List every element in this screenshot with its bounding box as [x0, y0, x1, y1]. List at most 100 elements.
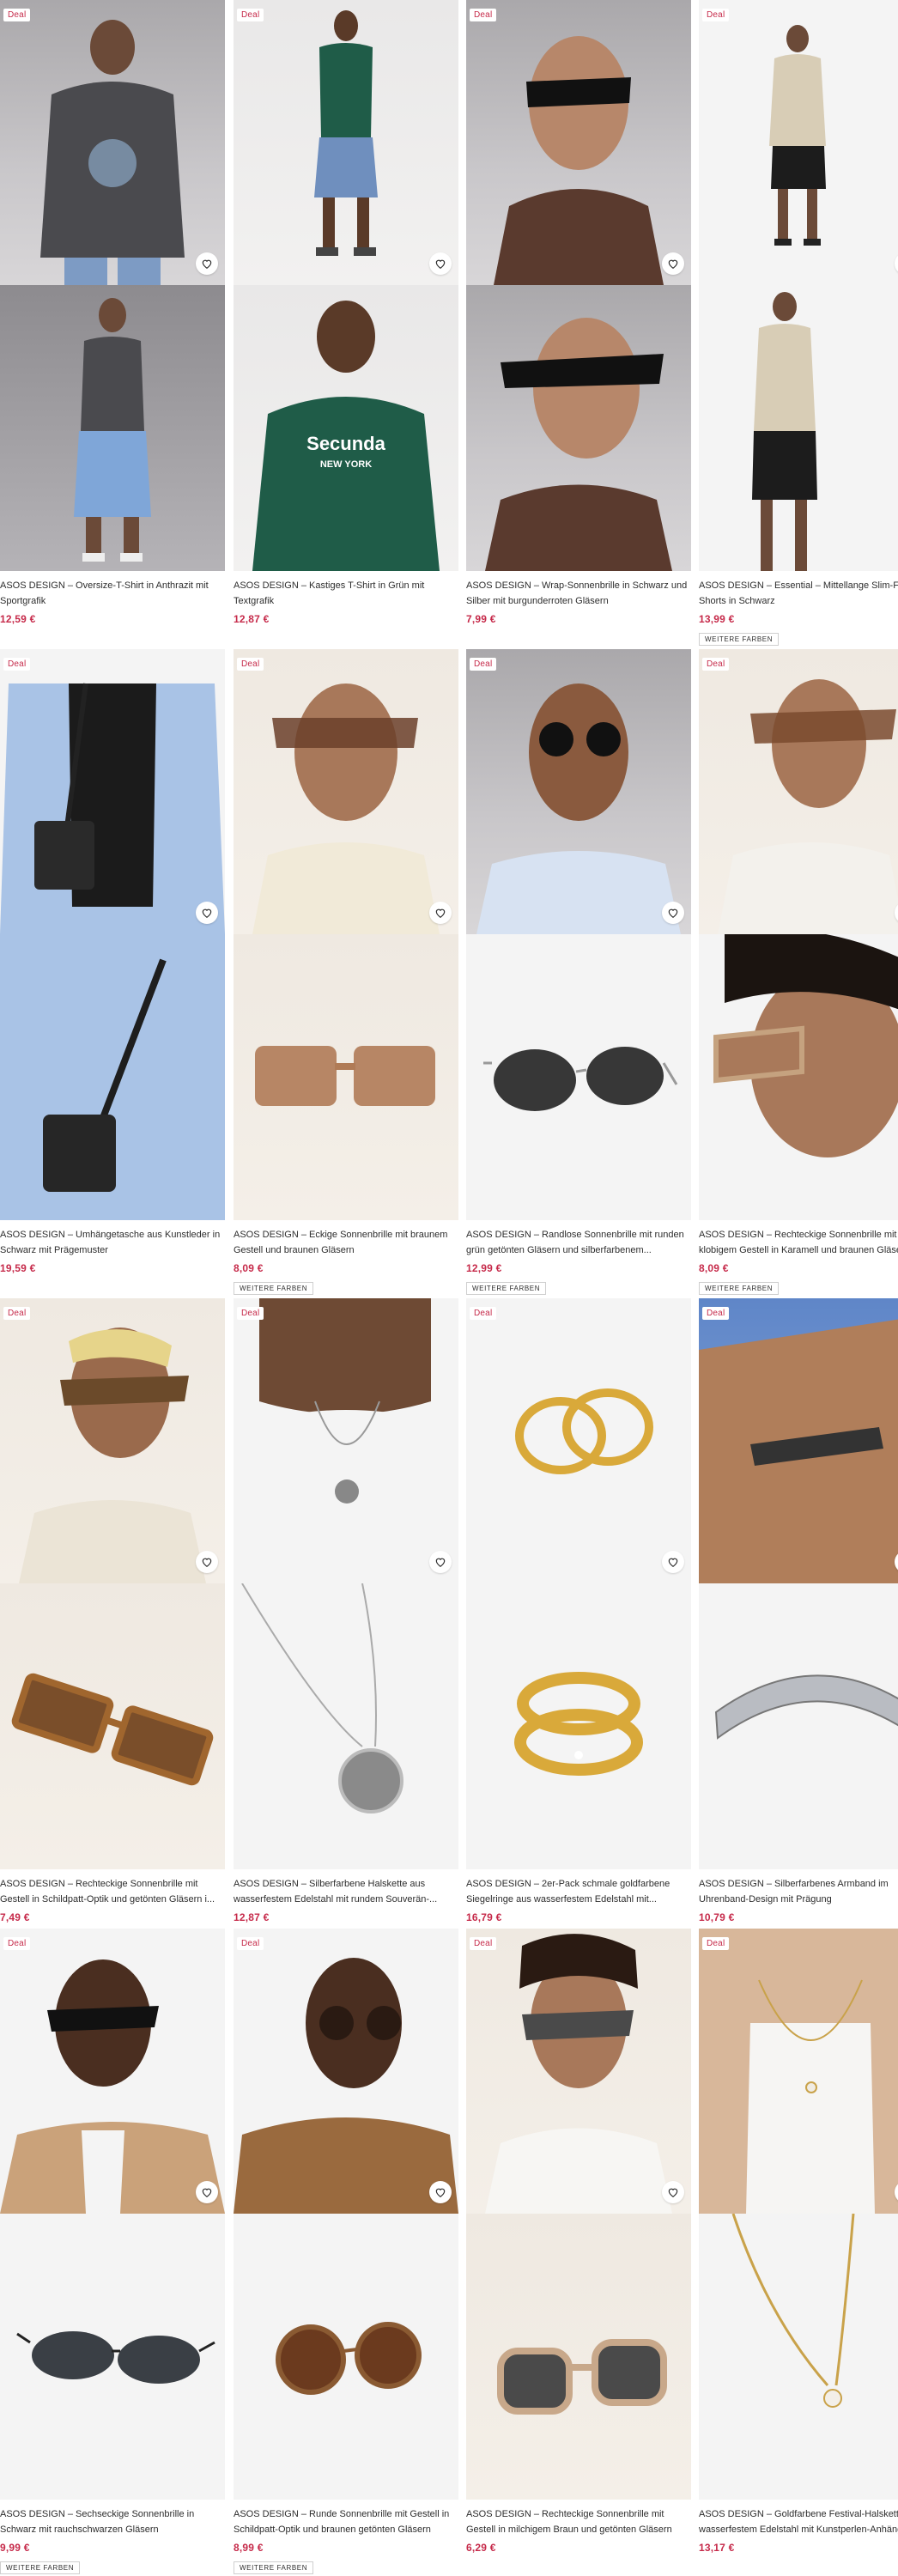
- heart-icon: [435, 908, 446, 918]
- save-for-later-button[interactable]: [196, 902, 218, 924]
- product-image-alt[interactable]: [234, 1583, 458, 1869]
- product-image-alt[interactable]: [466, 1583, 691, 1869]
- product-title[interactable]: ASOS DESIGN – Oversize-T-Shirt in Anthra…: [0, 578, 225, 609]
- product-title[interactable]: ASOS DESIGN – Eckige Sonnenbrille mit br…: [234, 1227, 458, 1258]
- product-image-alt[interactable]: [234, 934, 458, 1220]
- product-price: 12,59 €: [0, 613, 36, 625]
- product-image-alt[interactable]: Secunda NEW YORK: [234, 285, 458, 571]
- heart-icon: [668, 259, 678, 269]
- product-card[interactable]: Deal ASOS DESIGN – Wrap-Sonnenbrille in …: [466, 0, 691, 648]
- product-card[interactable]: Deal ASOS DESIGN – 2er-Pack schmale gold…: [466, 1298, 691, 1947]
- more-colours-button[interactable]: WEITERE FARBEN: [699, 1282, 780, 1295]
- product-title[interactable]: ASOS DESIGN – 2er-Pack schmale goldfarbe…: [466, 1876, 691, 1907]
- deal-badge: Deal: [237, 1307, 264, 1320]
- product-price: 7,49 €: [0, 1911, 30, 1923]
- product-image-model[interactable]: Deal: [0, 649, 225, 934]
- deal-badge: Deal: [470, 1307, 497, 1320]
- product-title[interactable]: ASOS DESIGN – Randlose Sonnenbrille mit …: [466, 1227, 691, 1258]
- product-card[interactable]: Deal Secunda NEW YORK ASOS DESIGN – Kast…: [234, 0, 458, 648]
- product-price: 12,87 €: [234, 613, 270, 625]
- product-card[interactable]: Deal ASOS DESIGN – Rechteckige Sonnenbri…: [466, 1929, 691, 2576]
- product-image-model[interactable]: Deal: [234, 1929, 458, 2214]
- deal-badge: Deal: [470, 9, 497, 21]
- product-image-model[interactable]: Deal: [234, 649, 458, 934]
- product-price: 8,09 €: [699, 1262, 729, 1274]
- product-card[interactable]: Deal ASOS DESIGN – Runde Sonnenbrille mi…: [234, 1929, 458, 2576]
- product-image-model[interactable]: Deal: [466, 649, 691, 934]
- deal-badge: Deal: [702, 1307, 730, 1320]
- product-card[interactable]: Deal ASOS DESIGN – Oversize-T-Shirt in A…: [0, 0, 225, 648]
- more-colours-button[interactable]: WEITERE FARBEN: [234, 2561, 314, 2574]
- product-image-model[interactable]: Deal: [699, 1298, 898, 1583]
- heart-icon: [668, 1558, 678, 1567]
- more-colours-button[interactable]: WEITERE FARBEN: [466, 1282, 547, 1295]
- product-image-alt[interactable]: [699, 2214, 898, 2500]
- product-title[interactable]: ASOS DESIGN – Goldfarbene Festival-Halsk…: [699, 2506, 898, 2537]
- product-title[interactable]: ASOS DESIGN – Essential – Mittellange Sl…: [699, 578, 898, 609]
- product-image-alt[interactable]: [0, 285, 225, 571]
- product-image-model[interactable]: Deal: [699, 1929, 898, 2214]
- save-for-later-button[interactable]: [196, 252, 218, 275]
- product-image-model[interactable]: Deal: [699, 649, 898, 934]
- product-image-model[interactable]: Deal: [234, 0, 458, 285]
- product-card[interactable]: Deal ASOS DESIGN – Silberfarbene Halsket…: [234, 1298, 458, 1947]
- product-image-model[interactable]: Deal: [466, 1929, 691, 2214]
- product-image-model[interactable]: Deal: [466, 1298, 691, 1583]
- product-image-model[interactable]: Deal: [466, 0, 691, 285]
- product-card[interactable]: Deal ASOS DESIGN – Eckige Sonnenbrille m…: [234, 649, 458, 1297]
- product-title[interactable]: ASOS DESIGN – Rechteckige Sonnenbrille m…: [699, 1227, 898, 1258]
- save-for-later-button[interactable]: [662, 252, 684, 275]
- product-title[interactable]: ASOS DESIGN – Wrap-Sonnenbrille in Schwa…: [466, 578, 691, 609]
- shirt-graphic-subtext: NEW YORK: [320, 459, 372, 470]
- product-card[interactable]: Deal ASOS DESIGN – Rechteckige Sonnenbri…: [0, 1298, 225, 1947]
- product-card[interactable]: Deal ASOS DESIGN – Essential – Mittellan…: [699, 0, 898, 648]
- product-title[interactable]: ASOS DESIGN – Kastiges T-Shirt in Grün m…: [234, 578, 458, 609]
- product-title[interactable]: ASOS DESIGN – Silberfarbene Halskette au…: [234, 1876, 458, 1907]
- save-for-later-button[interactable]: [429, 2181, 452, 2203]
- save-for-later-button[interactable]: [429, 252, 452, 275]
- save-for-later-button[interactable]: [429, 1551, 452, 1573]
- product-card[interactable]: Deal ASOS DESIGN – Goldfarbene Festival-…: [699, 1929, 898, 2576]
- product-image-alt[interactable]: [466, 934, 691, 1220]
- save-for-later-button[interactable]: [196, 2181, 218, 2203]
- product-image-model[interactable]: Deal: [699, 0, 898, 285]
- product-card[interactable]: Deal ASOS DESIGN – Umhängetasche aus Kun…: [0, 649, 225, 1297]
- product-image-model[interactable]: Deal: [0, 1298, 225, 1583]
- product-card[interactable]: Deal ASOS DESIGN – Silberfarbenes Armban…: [699, 1298, 898, 1947]
- product-image-alt[interactable]: [0, 2214, 225, 2500]
- product-image-model[interactable]: Deal: [0, 0, 225, 285]
- save-for-later-button[interactable]: [662, 1551, 684, 1573]
- more-colours-button[interactable]: WEITERE FARBEN: [234, 1282, 314, 1295]
- product-title[interactable]: ASOS DESIGN – Umhängetasche aus Kunstled…: [0, 1227, 225, 1258]
- product-price: 12,99 €: [466, 1262, 502, 1274]
- product-image-alt[interactable]: [0, 934, 225, 1220]
- product-image-alt[interactable]: [699, 934, 898, 1220]
- product-image-model[interactable]: Deal: [234, 1298, 458, 1583]
- product-image-alt[interactable]: [699, 1583, 898, 1869]
- deal-badge: Deal: [470, 1937, 497, 1950]
- more-colours-button[interactable]: WEITERE FARBEN: [699, 633, 780, 646]
- heart-icon: [202, 2188, 212, 2197]
- product-image-alt[interactable]: [466, 2214, 691, 2500]
- product-card[interactable]: Deal ASOS DESIGN – Randlose Sonnenbrille…: [466, 649, 691, 1297]
- product-title[interactable]: ASOS DESIGN – Sechseckige Sonnenbrille i…: [0, 2506, 225, 2537]
- product-card[interactable]: Deal ASOS DESIGN – Sechseckige Sonnenbri…: [0, 1929, 225, 2576]
- more-colours-button[interactable]: WEITERE FARBEN: [0, 2561, 81, 2574]
- deal-badge: Deal: [470, 658, 497, 671]
- save-for-later-button[interactable]: [662, 902, 684, 924]
- save-for-later-button[interactable]: [196, 1551, 218, 1573]
- product-image-alt[interactable]: [699, 285, 898, 571]
- product-title[interactable]: ASOS DESIGN – Runde Sonnenbrille mit Ges…: [234, 2506, 458, 2537]
- product-card[interactable]: Deal ASOS DESIGN – Rechteckige Sonnenbri…: [699, 649, 898, 1297]
- save-for-later-button[interactable]: [429, 902, 452, 924]
- product-image-alt[interactable]: [466, 285, 691, 571]
- product-title[interactable]: ASOS DESIGN – Rechteckige Sonnenbrille m…: [0, 1876, 225, 1907]
- product-image-alt[interactable]: [0, 1583, 225, 1869]
- save-for-later-button[interactable]: [662, 2181, 684, 2203]
- product-title[interactable]: ASOS DESIGN – Rechteckige Sonnenbrille m…: [466, 2506, 691, 2537]
- product-image-model[interactable]: Deal: [0, 1929, 225, 2214]
- product-image-alt[interactable]: [234, 2214, 458, 2500]
- product-title[interactable]: ASOS DESIGN – Silberfarbenes Armband im …: [699, 1876, 898, 1907]
- heart-icon: [435, 1558, 446, 1567]
- product-price: 12,87 €: [234, 1911, 270, 1923]
